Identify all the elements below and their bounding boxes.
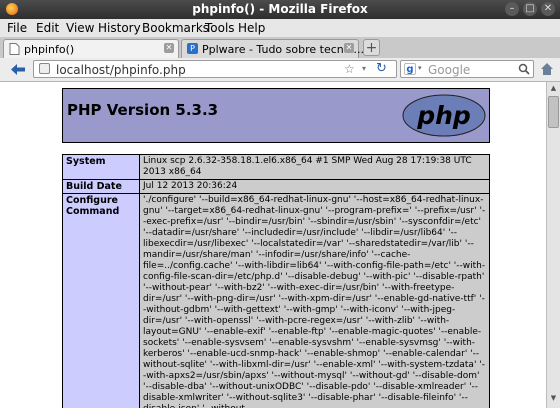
navigation-toolbar: localhost/phpinfo.php ☆ ▾ ↻ g ▾ Google xyxy=(0,58,560,82)
menu-bar: File Edit View History Bookmarks Tools H… xyxy=(0,19,560,37)
menu-edit[interactable]: Edit xyxy=(36,21,59,35)
vertical-scrollbar[interactable]: ▲ ▼ xyxy=(546,82,560,408)
row-key: Configure Command xyxy=(62,193,140,408)
table-row: Build Date Jul 12 2013 20:36:24 xyxy=(62,179,490,194)
menu-file[interactable]: File xyxy=(7,21,27,35)
row-key: Build Date xyxy=(62,179,140,194)
close-window-button[interactable]: ✕ xyxy=(541,2,555,16)
table-row: Configure Command './configure' '--build… xyxy=(62,193,490,408)
pplware-favicon-icon: P xyxy=(187,43,198,54)
close-tab-icon[interactable]: ✕ xyxy=(344,43,354,53)
menu-bookmarks[interactable]: Bookmarks xyxy=(142,21,209,35)
php-info-table: System Linux scp 2.6.32-358.18.1.el6.x86… xyxy=(62,154,490,408)
tab-label: phpinfo() xyxy=(24,43,75,56)
page-icon xyxy=(9,43,20,55)
row-key: System xyxy=(62,154,140,180)
page-content: PHP Version 5.3.3 php System Linux scp 2… xyxy=(0,82,546,408)
menu-view[interactable]: View xyxy=(66,21,94,35)
row-value: './configure' '--build=x86_64-redhat-lin… xyxy=(139,193,490,408)
site-identity-icon[interactable] xyxy=(39,63,50,74)
search-bar[interactable]: g ▾ Google xyxy=(400,60,534,78)
tab-pplware[interactable]: P Pplware - Tudo sobre tecnol... ✕ xyxy=(181,39,364,58)
minimize-button[interactable]: – xyxy=(505,2,519,16)
close-tab-icon[interactable]: ✕ xyxy=(164,43,174,53)
maximize-button[interactable]: □ xyxy=(523,2,537,16)
menu-tools[interactable]: Tools xyxy=(205,21,235,35)
scrollbar-thumb[interactable] xyxy=(548,96,559,128)
row-value: Jul 12 2013 20:36:24 xyxy=(139,179,490,194)
menu-help[interactable]: Help xyxy=(238,21,265,35)
page-title: PHP Version 5.3.3 xyxy=(67,101,219,119)
back-arrow-icon[interactable] xyxy=(10,63,26,76)
engine-dropdown-icon[interactable]: ▾ xyxy=(418,64,422,72)
php-version-header: PHP Version 5.3.3 php xyxy=(62,88,490,143)
history-dropdown-icon[interactable]: ▾ xyxy=(362,64,366,73)
table-row: System Linux scp 2.6.32-358.18.1.el6.x86… xyxy=(62,154,490,180)
tab-phpinfo[interactable]: phpinfo() ✕ xyxy=(3,39,179,58)
search-icon[interactable] xyxy=(518,63,530,75)
svg-text:php: php xyxy=(416,101,471,130)
row-value: Linux scp 2.6.32-358.18.1.el6.x86_64 #1 … xyxy=(139,154,490,180)
tab-label: Pplware - Tudo sobre tecnol... xyxy=(202,43,365,56)
scroll-up-icon[interactable]: ▲ xyxy=(549,84,558,93)
home-icon[interactable] xyxy=(540,62,554,76)
google-engine-icon[interactable]: g xyxy=(404,63,416,75)
url-text[interactable]: localhost/phpinfo.php xyxy=(56,63,186,77)
menu-history[interactable]: History xyxy=(98,21,141,35)
new-tab-button[interactable]: + xyxy=(363,39,380,56)
search-placeholder[interactable]: Google xyxy=(428,63,470,77)
tab-bar: phpinfo() ✕ P Pplware - Tudo sobre tecno… xyxy=(0,37,560,59)
scroll-down-icon[interactable]: ▼ xyxy=(549,394,558,403)
bookmark-star-icon[interactable]: ☆ xyxy=(344,62,355,76)
reload-icon[interactable]: ↻ xyxy=(376,61,387,76)
url-bar[interactable]: localhost/phpinfo.php ☆ ▾ ↻ xyxy=(33,60,397,78)
window-title: phpinfo() - Mozilla Firefox xyxy=(192,2,368,16)
window-titlebar: phpinfo() - Mozilla Firefox – □ ✕ xyxy=(0,0,560,19)
php-logo: php xyxy=(402,94,486,137)
